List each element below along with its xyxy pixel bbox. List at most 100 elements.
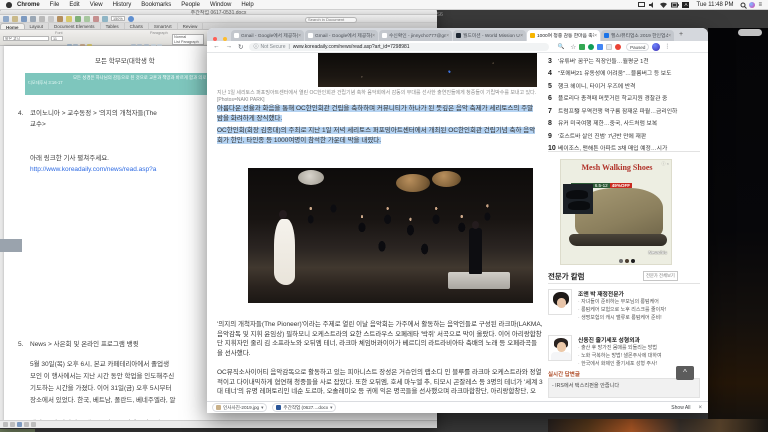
- profile-avatar[interactable]: [652, 43, 660, 51]
- tab-tables[interactable]: Tables: [101, 23, 125, 29]
- notification-center-icon[interactable]: ≡: [758, 2, 762, 8]
- address-bar[interactable]: ⓘ Not Secure | www.koreadaily.com/news/r…: [249, 43, 549, 51]
- tab-gmail-3[interactable]: M수신확인 - jinnycho777@gmai..×: [379, 30, 452, 41]
- columnist-links[interactable]: 자녀들이 준비하는 부모님의 롱텀케어 롱텀케어 보험으로 노후 리스크를 줄이…: [578, 298, 703, 322]
- view-fullscreen-icon[interactable]: [31, 422, 36, 427]
- view-outline-icon[interactable]: [10, 422, 15, 427]
- volume-icon[interactable]: [649, 2, 656, 8]
- menu-bookmarks[interactable]: Bookmarks: [136, 2, 176, 8]
- redo-icon[interactable]: [84, 16, 90, 22]
- word-zoom-field[interactable]: 150%: [111, 16, 125, 21]
- tab-charts[interactable]: Charts: [125, 23, 149, 29]
- menu-people[interactable]: People: [176, 2, 205, 8]
- ad-title: Mesh Walking Shoes: [561, 163, 673, 172]
- siri-icon[interactable]: [749, 2, 755, 8]
- tab-gmail-1[interactable]: MGmail - Google에서 제공하는 무..×: [231, 30, 304, 41]
- experts-more-button[interactable]: 전문가 전체보기: [643, 271, 678, 281]
- extension-icon[interactable]: [606, 44, 612, 50]
- font-size-select[interactable]: 11: [51, 36, 63, 41]
- chevron-down-icon[interactable]: ▾: [261, 405, 263, 411]
- undo-icon[interactable]: [75, 16, 81, 22]
- columnist-name[interactable]: 신동진 줄기세포 성형외과: [578, 335, 700, 344]
- menu-history[interactable]: History: [108, 2, 137, 8]
- print-icon[interactable]: [30, 16, 36, 22]
- menu-clock[interactable]: Tue 11:48 PM: [691, 2, 738, 8]
- tab-koreadaily-active[interactable]: 1000여 청중 감동 한마음 축제 - 미주 중×: [527, 30, 600, 41]
- workspace-pill[interactable]: [738, 29, 762, 36]
- wifi-icon[interactable]: [660, 2, 667, 8]
- tab-home[interactable]: Home: [0, 23, 25, 29]
- close-downloads-icon[interactable]: ×: [698, 405, 702, 411]
- paste-icon[interactable]: [57, 16, 63, 22]
- shoe-ad[interactable]: ⓘ × Mesh Walking Shoes US SIZE : 6.5-124…: [560, 159, 672, 265]
- live-replies-label[interactable]: 실시간 답변글: [548, 370, 580, 378]
- extension-icon[interactable]: [615, 44, 621, 50]
- new-tab-button[interactable]: +: [679, 31, 683, 38]
- view-draft-icon[interactable]: [3, 422, 8, 427]
- view-print-layout-icon[interactable]: [17, 422, 22, 427]
- tab-gmail-2[interactable]: MGmail - Google에서 제공하는 무..×: [305, 30, 378, 41]
- tab-document-elements[interactable]: Document Elements: [49, 23, 101, 29]
- battery-icon[interactable]: [671, 2, 678, 8]
- new-document-icon[interactable]: [3, 16, 9, 22]
- menu-kebab-icon[interactable]: ⋮: [664, 43, 670, 50]
- spotlight-icon[interactable]: [740, 2, 747, 8]
- scroll-to-top-button[interactable]: ^: [676, 366, 694, 380]
- save-icon[interactable]: [21, 16, 27, 22]
- copy-icon[interactable]: [48, 16, 54, 22]
- columnist-name[interactable]: 조앤 박 재정전문가: [578, 289, 700, 298]
- styles-gallery[interactable]: Normal List Paragraph: [172, 34, 204, 45]
- menu-app-name[interactable]: Chrome: [12, 2, 45, 8]
- live-reply-item[interactable]: - IRS에서 택스리펀을 안줍니다: [548, 378, 700, 398]
- info-icon[interactable]: ⓘ: [253, 43, 258, 50]
- tab-layout[interactable]: Layout: [25, 23, 50, 29]
- tab-review[interactable]: Review: [178, 23, 204, 29]
- help-icon[interactable]: [128, 16, 134, 22]
- close-tab-icon[interactable]: ×: [520, 33, 523, 39]
- reload-icon[interactable]: ↻: [238, 43, 243, 51]
- menu-edit[interactable]: Edit: [64, 2, 84, 8]
- tab-world-mission[interactable]: 월드미션 - World Mission Un..×: [453, 30, 526, 41]
- download-chip[interactable]: 주간작업 (0627....docx ▾: [272, 403, 336, 412]
- ranking-item[interactable]: 10베이조스, 맨해튼 아파트 3채 매입 예정…시가: [548, 137, 703, 155]
- menu-view[interactable]: View: [85, 2, 108, 8]
- column-link: 출산 후 망가진 몸매를 되돌리는 방법: [578, 344, 703, 352]
- conductor: [469, 228, 482, 274]
- tab-health-listing[interactable]: 헬스/뷰티업소 2019 한인업소록..×: [601, 30, 674, 41]
- word-search-input[interactable]: [305, 17, 357, 23]
- close-tab-icon[interactable]: ×: [446, 33, 449, 39]
- show-all-button[interactable]: Show All: [671, 405, 690, 411]
- close-tab-icon[interactable]: ×: [668, 33, 671, 39]
- menu-file[interactable]: File: [45, 2, 65, 8]
- color-swatches[interactable]: [619, 250, 637, 268]
- display-icon[interactable]: [638, 2, 645, 8]
- style-list-paragraph[interactable]: List Paragraph: [174, 40, 202, 45]
- font-name-select[interactable]: 맑은 고딕: [3, 36, 49, 41]
- article-paragraph-2: OC한인회(회장 김종대)의 주최로 지난 1일 저녁 세리토스 퍼포밍아트센터…: [217, 126, 539, 145]
- download-chip[interactable]: 인사사진-2019.jpg ▾: [212, 403, 267, 412]
- chevron-down-icon[interactable]: ▾: [330, 405, 332, 411]
- table-icon[interactable]: [102, 16, 108, 22]
- format-painter-icon[interactable]: [66, 16, 72, 22]
- close-tab-icon[interactable]: ×: [372, 33, 375, 39]
- extension-icon[interactable]: [597, 44, 603, 50]
- view-notebook-icon[interactable]: [24, 422, 29, 427]
- columnist-links[interactable]: 출산 후 망가진 몸매를 되돌리는 방법 노화 극복하는 방법! 샐몬주사에 대…: [578, 344, 703, 368]
- extension-icon[interactable]: [579, 44, 585, 50]
- bookmark-star-icon[interactable]: ☆: [570, 43, 576, 51]
- close-tab-icon[interactable]: ×: [298, 33, 301, 39]
- open-icon[interactable]: [12, 16, 18, 22]
- scrollbar-thumb[interactable]: [0, 239, 22, 252]
- extension-icon[interactable]: [588, 44, 594, 50]
- input-source-icon[interactable]: A: [682, 2, 689, 8]
- close-tab-icon[interactable]: ×: [594, 33, 597, 39]
- tab-smartart[interactable]: SmartArt: [149, 23, 178, 29]
- paused-badge[interactable]: Paused: [626, 43, 649, 51]
- menu-window[interactable]: Window: [205, 2, 236, 8]
- forward-icon[interactable]: →: [226, 43, 233, 50]
- hyperlink-icon[interactable]: [93, 16, 99, 22]
- cut-icon[interactable]: [39, 16, 45, 22]
- back-icon[interactable]: ←: [213, 43, 220, 50]
- menu-help[interactable]: Help: [236, 2, 258, 8]
- zoom-page-icon[interactable]: 🔍: [557, 44, 564, 50]
